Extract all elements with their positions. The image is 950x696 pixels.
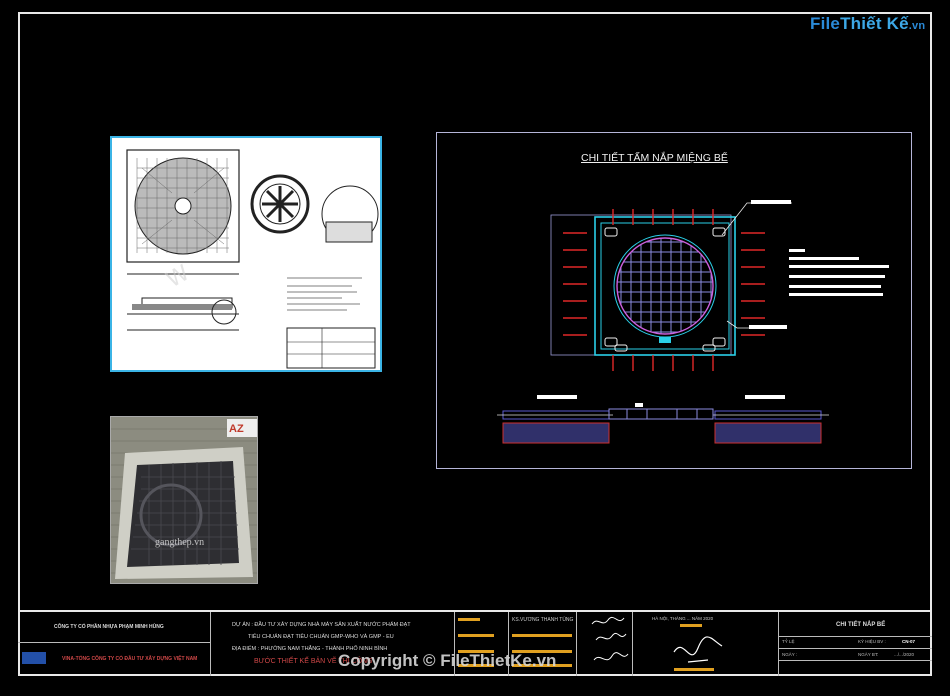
field-date: NGÀY :: [782, 652, 798, 657]
site-logo[interactable]: FileThiết Kế.vn: [810, 14, 925, 34]
manhole-photo: AZ gangthep.vn: [111, 417, 257, 583]
approval-signature-icon: [673, 636, 723, 663]
field-sheet: NGÀY BT:: [858, 652, 879, 657]
logo-part-file: File: [810, 14, 841, 33]
catalog-sheet: W: [110, 136, 382, 372]
company-logo-icon: [22, 652, 46, 664]
svg-text:W: W: [163, 261, 195, 294]
company-name: CÔNG TY CỔ PHẦN NHỰA PHẠM MINH HÙNG: [54, 624, 164, 630]
drawing-title: CHI TIẾT NẮP BỂ: [836, 622, 886, 628]
detail-drawing: [497, 200, 889, 444]
project-line-2: TIÊU CHUẨN ĐẠT TIÊU CHUẨN GMP-WHO VÀ GMP…: [248, 634, 394, 640]
product-photo: AZ gangthep.vn: [110, 416, 258, 584]
logo-part-vn: .vn: [908, 20, 926, 32]
logo-part-thietke: Thiết Kế: [840, 14, 909, 33]
copyright-watermark: Copyright © FileThietKe.vn: [338, 651, 557, 670]
photo-watermark: gangthep.vn: [155, 537, 204, 548]
place-date: HÀ NỘI, THÁNG ... NĂM 2020: [652, 616, 714, 621]
detail-panel: CHI TIẾT TẤM NẮP MIỆNG BỂ: [436, 132, 912, 469]
signatures-icon: [591, 616, 629, 661]
code-value: CN-07: [902, 639, 916, 644]
date-value: .../.../2020: [894, 652, 915, 657]
engineer-name: KS.VƯƠNG THANH TÙNG: [512, 617, 574, 623]
subcompany-name: VINA-TỔNG CÔNG TY CỔ ĐẦU TƯ XÂY DỰNG VIỆ…: [62, 656, 198, 662]
project-line-1: DỰ ÁN : ĐẦU TƯ XÂY DỰNG NHÀ MÁY SẢN XUẤT…: [232, 622, 411, 628]
field-code: KÝ HIỆU BV :: [858, 639, 886, 644]
photo-brand: AZ: [229, 423, 244, 435]
catalog-drawing: W: [126, 149, 379, 369]
field-ratio: TỶ LỆ: [782, 639, 795, 644]
